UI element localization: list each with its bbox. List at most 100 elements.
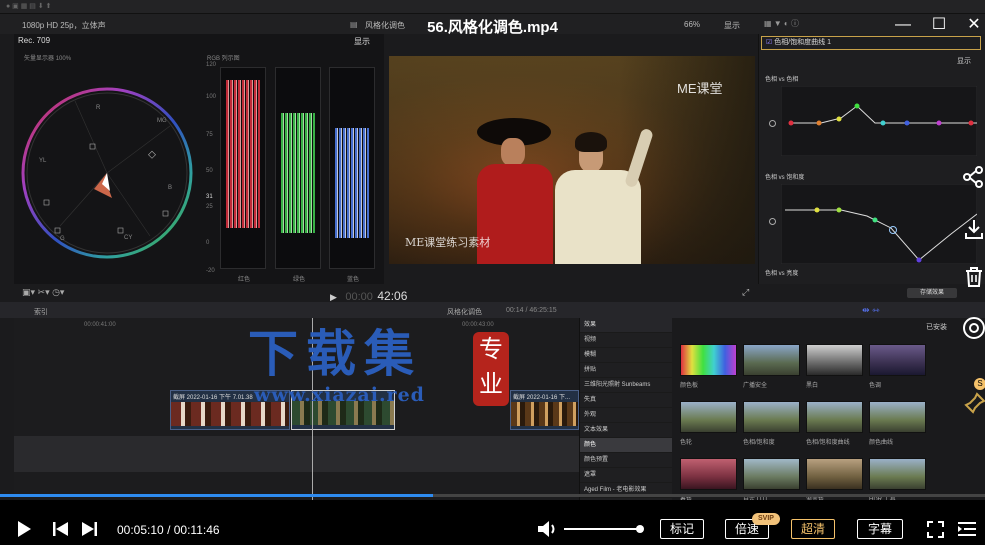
watermark-title: 下载集 <box>248 324 422 383</box>
hue-vs-hue-curve[interactable] <box>781 86 977 156</box>
fullscreen-icon[interactable] <box>927 521 944 543</box>
fullscreen-viewer-icon[interactable]: ⤢ <box>742 287 749 298</box>
effects-category-item[interactable]: 失真 <box>580 393 672 408</box>
ruler-mark: 00:00:41:00 <box>84 322 116 328</box>
viewer-logo: ME课堂 <box>677 81 723 96</box>
effect-thumbnail-label: 色调 <box>869 383 882 389</box>
effects-category-item[interactable]: 文本效果 <box>580 423 672 438</box>
rgb-parade-label: RGB 列示图 <box>207 56 240 62</box>
share-icon[interactable] <box>962 166 984 193</box>
pin-icon[interactable] <box>964 392 985 419</box>
timeline-header: 索引 风格化调色 00:14 / 46:25:15 ⇹ ⇿ <box>0 302 985 318</box>
parade-tick: 75 <box>206 132 213 138</box>
face-left <box>501 138 525 166</box>
quality-button[interactable]: 超清 <box>791 519 835 539</box>
toolbar-icons: ● ▣ ▦ ▤ ⬇ ⬆ <box>6 3 52 10</box>
effect-thumbnail[interactable] <box>743 344 800 376</box>
effect-thumbnail[interactable] <box>806 344 863 376</box>
hue-vs-sat-curve[interactable] <box>781 184 977 264</box>
viewer-transport: ▶ 00:00 42:06 <box>330 287 430 303</box>
effects-category-item[interactable]: 模糊 <box>580 348 672 363</box>
effect-thumbnail[interactable] <box>680 401 737 433</box>
edit-tools[interactable]: ▣▾ ✂▾ ◷▾ <box>0 287 180 301</box>
effects-category-item[interactable]: 颜色 <box>580 438 672 453</box>
effects-category-item[interactable]: 遮罩 <box>580 468 672 483</box>
progress-fill <box>0 494 433 497</box>
target-icon[interactable] <box>962 316 985 345</box>
color-space-label: Rec. 709 <box>18 36 51 45</box>
subtitle-button[interactable]: 字幕 <box>857 519 903 539</box>
parade-tick: 31 <box>206 194 213 200</box>
effects-category-item[interactable]: 三维阳光照射 Sunbeams <box>580 378 672 393</box>
parade-tick: 25 <box>206 204 213 210</box>
inspector-show-menu[interactable]: 显示 <box>957 56 971 66</box>
effect-thumbnail[interactable] <box>743 458 800 490</box>
project-title-icon: ▤ <box>350 20 358 29</box>
next-icon[interactable] <box>81 522 97 541</box>
download-icon[interactable] <box>963 218 985 245</box>
editor-screenshot: ● ▣ ▦ ▤ ⬇ ⬆ 1080p HD 25p，立体声 ▤ 风格化调色 66%… <box>0 0 985 500</box>
effects-category-item[interactable]: 颜色预置 <box>580 453 672 468</box>
effect-thumbnail[interactable] <box>680 458 737 490</box>
effect-thumbnail[interactable] <box>869 458 926 490</box>
effect-thumbnail-label: 颜色板 <box>680 383 699 389</box>
effects-category-item[interactable]: 视频 <box>580 333 672 348</box>
maximize-icon[interactable]: ☐ <box>928 14 950 36</box>
volume-knob[interactable] <box>636 525 644 533</box>
effect-thumbnail[interactable] <box>680 344 737 376</box>
volume-slider[interactable] <box>564 528 640 530</box>
timeline-tools-icons[interactable]: ⇹ ⇿ <box>862 305 880 316</box>
eyedropper-target-icon[interactable] <box>769 120 776 127</box>
minimize-icon[interactable]: — <box>892 14 914 36</box>
vector-target-r: R <box>96 105 101 111</box>
vector-target-b: B <box>168 185 173 191</box>
parade-tick: 100 <box>206 94 217 100</box>
zoom-level[interactable]: 66% <box>684 20 700 29</box>
prev-icon[interactable] <box>53 522 69 541</box>
effect-selector[interactable]: ☑ 色相/饱和度曲线 1 <box>761 36 981 50</box>
playlist-icon[interactable] <box>958 521 976 542</box>
timeline-clip-b[interactable]: 截屏 2022-01-16 下... <box>510 390 579 430</box>
timeline-project[interactable]: 风格化调色 <box>447 307 482 317</box>
parade-tick: 50 <box>206 168 213 174</box>
time-separator: / <box>167 523 171 537</box>
mark-button[interactable]: 标记 <box>660 519 704 539</box>
parade-label-red: 红色 <box>238 277 251 283</box>
effects-category-item[interactable]: 拼贴 <box>580 363 672 378</box>
parade-tick: 0 <box>206 240 210 246</box>
effect-thumbnail-label: 色相/饱和度 <box>743 440 775 446</box>
video-viewer-frame[interactable]: ME课堂 ME课堂练习素材 <box>389 56 755 264</box>
effect-thumbnail-label: 色相/饱和度曲线 <box>806 440 850 446</box>
timeline-position: 00:14 / 46:25:15 <box>506 307 557 314</box>
vectorscope <box>21 87 193 259</box>
scopes-display-menu[interactable]: 显示 <box>354 36 370 47</box>
close-icon[interactable]: ✕ <box>963 14 985 36</box>
effects-browser-list: 效果 视频 模糊 拼贴 三维阳光照射 Sunbeams 失真 外观 文本效果 颜色 颜色预置 遮罩… <box>579 318 672 500</box>
display-menu[interactable]: 显示 <box>724 20 740 31</box>
vectorscope-label: 矢量显示器 100% <box>24 56 72 62</box>
eyedropper-target-icon[interactable] <box>769 218 776 225</box>
volume-icon[interactable] <box>537 520 559 543</box>
effect-thumbnail[interactable] <box>743 401 800 433</box>
hair-right <box>575 132 607 152</box>
effects-category-list: 视频 模糊 拼贴 三维阳光照射 Sunbeams 失真 外观 文本效果 颜色 颜色预置 遮罩 Age… <box>580 333 672 500</box>
index-button[interactable]: 索引 <box>34 307 48 317</box>
vector-target-g: G <box>60 236 65 242</box>
effect-thumbnail[interactable] <box>806 458 863 490</box>
effects-category-item[interactable]: 外观 <box>580 408 672 423</box>
effect-thumbnail[interactable] <box>869 401 926 433</box>
effect-thumbnail-label: 颜色曲线 <box>869 440 894 446</box>
editor-menu-strip: ● ▣ ▦ ▤ ⬇ ⬆ <box>0 0 985 14</box>
inspector-tabs-icon[interactable]: ▦ ▼ ◐ ⓘ <box>764 18 799 29</box>
vector-target-mg: MG <box>157 118 167 124</box>
video-scopes-panel: Rec. 709 显示 矢量显示器 100% RGB 列示图 R MG B CY… <box>14 34 384 284</box>
play-icon[interactable] <box>16 520 32 543</box>
play-icon-small[interactable]: ▶ <box>330 292 337 302</box>
effect-thumbnail[interactable] <box>869 344 926 376</box>
save-effect-button[interactable]: 存储效果 <box>907 288 957 298</box>
effect-thumbnail[interactable] <box>806 401 863 433</box>
vector-target-yl: YL <box>39 158 47 164</box>
trash-icon[interactable] <box>963 266 985 293</box>
empty-track <box>14 436 579 472</box>
parade-tick: 120 <box>206 62 217 68</box>
